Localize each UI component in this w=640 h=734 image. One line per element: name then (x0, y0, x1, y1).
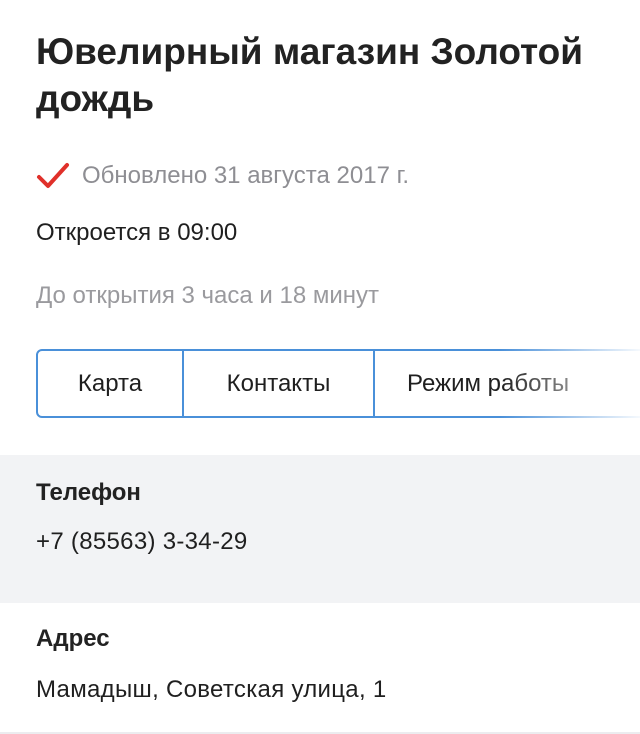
tab-working-hours[interactable]: Режим работы (373, 351, 633, 416)
tab-contacts[interactable]: Контакты (182, 351, 373, 416)
tab-map[interactable]: Карта (38, 351, 182, 416)
time-until-open: До открытия 3 часа и 18 минут (36, 282, 379, 309)
phone-section: Телефон +7 (85563) 3-34-29 (0, 455, 640, 603)
phone-number[interactable]: +7 (85563) 3-34-29 (36, 528, 248, 556)
check-icon (36, 161, 70, 191)
address-label: Адрес (36, 625, 110, 652)
updated-text: Обновлено 31 августа 2017 г. (82, 162, 410, 189)
phone-label: Телефон (36, 479, 141, 506)
updated-row: Обновлено 31 августа 2017 г. (36, 160, 409, 192)
address-text[interactable]: Мамадыш, Советская улица, 1 (36, 676, 387, 704)
address-section: Адрес Мамадыш, Советская улица, 1 (0, 603, 640, 734)
page-title: Ювелирный магазин Золотой дождь (36, 31, 584, 119)
opening-status: Откроется в 09:00 (36, 219, 238, 246)
tab-bar: Карта Контакты Режим работы (36, 349, 640, 418)
